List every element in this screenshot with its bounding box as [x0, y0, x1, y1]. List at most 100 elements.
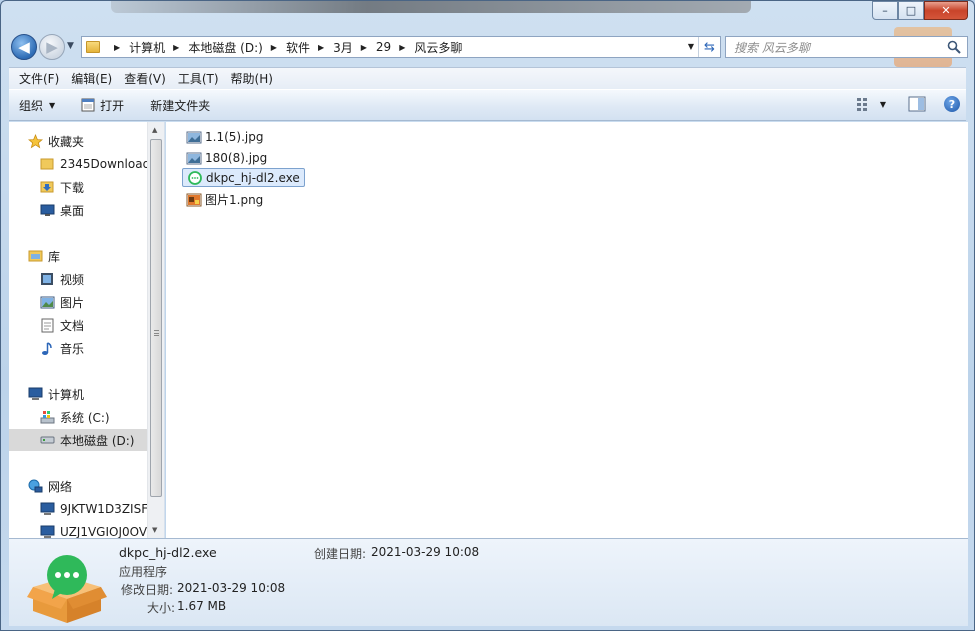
file-item[interactable]: 180(8).jpg [182, 148, 271, 167]
nav-item-music[interactable]: 音乐 [9, 337, 147, 359]
file-name: 1.1(5).jpg [205, 129, 264, 144]
preview-pane-icon[interactable] [908, 96, 926, 112]
minimize-button[interactable]: – [872, 1, 898, 20]
explorer-window: – □ ✕ ◀ ▶ ▼ ▶ 计算机 ▶ 本地磁盘 (D:) ▶ 软件 ▶ 3月 ▶ 29… [0, 0, 975, 631]
details-pane: dkpc_hj-dl2.exe 应用程序 修改日期: 2021-03-29 10… [9, 538, 968, 626]
jpg-image-icon [186, 152, 202, 164]
organize-button[interactable]: 组织 ▼ [19, 97, 55, 114]
forward-button[interactable]: ▶ [39, 34, 65, 60]
menu-view[interactable]: 查看(V) [120, 70, 174, 87]
details-created-label: 创建日期: [314, 547, 367, 561]
refresh-icon[interactable]: ⇆ [698, 37, 720, 57]
system-drive-icon [39, 409, 55, 425]
search-placeholder: 搜索 风云多聊 [734, 40, 810, 55]
nav-network[interactable]: 网络 [9, 475, 147, 497]
folder-icon [86, 41, 100, 53]
menu-bar: 文件(F) 编辑(E) 查看(V) 工具(T) 帮助(H) [9, 67, 966, 89]
nav-favorites[interactable]: 收藏夹 [9, 130, 147, 152]
nav-item-network-pc-1[interactable]: 9JKTW1D3ZISFV [9, 498, 147, 520]
nav-libraries[interactable]: 库 [9, 245, 147, 267]
change-view-button[interactable]: ▼ [856, 97, 886, 111]
nav-item-network-pc-2[interactable]: UZJ1VGIOJ0OV [9, 521, 147, 538]
navigation-row: ◀ ▶ ▼ ▶ 计算机 ▶ 本地磁盘 (D:) ▶ 软件 ▶ 3月 ▶ 29 ▶ 风云多聊… [9, 31, 968, 63]
file-name: 图片1.png [205, 193, 264, 207]
file-list: 1.1(5).jpg 180(8).jpg dkpc_hj-dl2.exe 图片… [166, 122, 968, 538]
nav-item-downloads[interactable]: 下载 [9, 176, 147, 198]
nav-label: 本地磁盘 (D:) [60, 433, 135, 448]
nav-label: 文档 [60, 318, 85, 333]
folder-icon [39, 156, 55, 172]
address-bar[interactable]: ▶ 计算机 ▶ 本地磁盘 (D:) ▶ 软件 ▶ 3月 ▶ 29 ▶ 风云多聊 ▼ ⇆ [81, 36, 721, 58]
scroll-up-icon[interactable]: ▲ [152, 126, 157, 134]
documents-icon [39, 317, 55, 333]
chevron-down-icon: ▼ [49, 100, 56, 110]
details-size-label: 大小: [147, 601, 176, 615]
nav-item-drive-c[interactable]: 系统 (C:) [9, 406, 147, 428]
search-input[interactable]: 搜索 风云多聊 [725, 36, 968, 58]
breadcrumb-software[interactable]: 软件 ▶ [286, 39, 333, 56]
window-controls: – □ ✕ [872, 1, 968, 20]
details-file-name: dkpc_hj-dl2.exe [119, 545, 217, 560]
drive-icon [39, 432, 55, 448]
breadcrumb-fengyun[interactable]: 风云多聊 [414, 39, 462, 56]
menu-help[interactable]: 帮助(H) [227, 70, 281, 87]
file-item-selected[interactable]: dkpc_hj-dl2.exe [182, 168, 305, 187]
open-button[interactable]: 打开 [81, 97, 124, 114]
network-computer-icon [39, 501, 55, 517]
breadcrumb-drive-d[interactable]: 本地磁盘 (D:) ▶ [188, 39, 286, 56]
new-folder-button[interactable]: 新建文件夹 [150, 97, 210, 114]
video-icon [39, 271, 55, 287]
network-computer-icon [39, 524, 55, 538]
details-created-value: 2021-03-29 10:08 [371, 545, 480, 559]
search-icon[interactable] [947, 40, 961, 54]
recent-pages-dropdown[interactable]: ▼ [67, 41, 74, 51]
network-icon [27, 478, 43, 494]
nav-item-documents[interactable]: 文档 [9, 314, 147, 336]
nav-label: 下载 [60, 180, 85, 195]
nav-label: 9JKTW1D3ZISFV [60, 502, 147, 516]
titlebar-background [111, 1, 751, 13]
package-chat-icon [27, 555, 107, 623]
maximize-button[interactable]: □ [898, 1, 924, 20]
desktop-icon [39, 202, 55, 218]
breadcrumb-march[interactable]: 3月 ▶ [333, 39, 376, 56]
details-size-value: 1.67 MB [177, 599, 227, 613]
nav-label: 音乐 [60, 341, 85, 356]
nav-item-desktop[interactable]: 桌面 [9, 199, 147, 221]
nav-label: 系统 (C:) [60, 410, 110, 425]
nav-item-pictures[interactable]: 图片 [9, 291, 147, 313]
downloads-folder-icon [39, 179, 55, 195]
computer-icon [27, 386, 43, 402]
details-modified-label: 修改日期: [121, 583, 174, 597]
address-history-dropdown[interactable]: ▼ [688, 42, 694, 51]
menu-file[interactable]: 文件(F) [15, 70, 67, 87]
close-button[interactable]: ✕ [924, 1, 968, 20]
music-icon [39, 340, 55, 356]
details-modified-value: 2021-03-29 10:08 [177, 581, 286, 595]
star-icon [27, 133, 43, 149]
breadcrumb-computer[interactable]: 计算机 ▶ [129, 39, 188, 56]
menu-edit[interactable]: 编辑(E) [67, 70, 120, 87]
scroll-down-icon[interactable]: ▼ [152, 526, 157, 534]
chat-app-icon [188, 170, 202, 185]
help-icon[interactable]: ? [944, 96, 960, 112]
breadcrumb-root[interactable]: ▶ [106, 43, 129, 52]
menu-tools[interactable]: 工具(T) [174, 70, 227, 87]
navigation-scrollbar[interactable]: ▲ ▼ [147, 122, 164, 538]
nav-label: 视频 [60, 272, 85, 287]
new-folder-label: 新建文件夹 [150, 98, 211, 113]
scrollbar-thumb[interactable] [150, 139, 162, 497]
nav-label: 收藏夹 [48, 134, 85, 149]
nav-computer[interactable]: 计算机 [9, 383, 147, 405]
nav-label: 桌面 [60, 203, 85, 218]
library-icon [27, 248, 43, 264]
file-item[interactable]: 1.1(5).jpg [182, 127, 267, 146]
nav-item-2345downloads[interactable]: 2345Downloads [9, 153, 147, 175]
file-name: dkpc_hj-dl2.exe [206, 170, 300, 185]
nav-label: 图片 [60, 295, 85, 310]
nav-item-videos[interactable]: 视频 [9, 268, 147, 290]
back-button[interactable]: ◀ [11, 34, 37, 60]
nav-item-drive-d[interactable]: 本地磁盘 (D:) [9, 429, 147, 451]
file-item[interactable]: 图片1.png [182, 190, 267, 209]
breadcrumb-29[interactable]: 29 ▶ [376, 40, 414, 54]
